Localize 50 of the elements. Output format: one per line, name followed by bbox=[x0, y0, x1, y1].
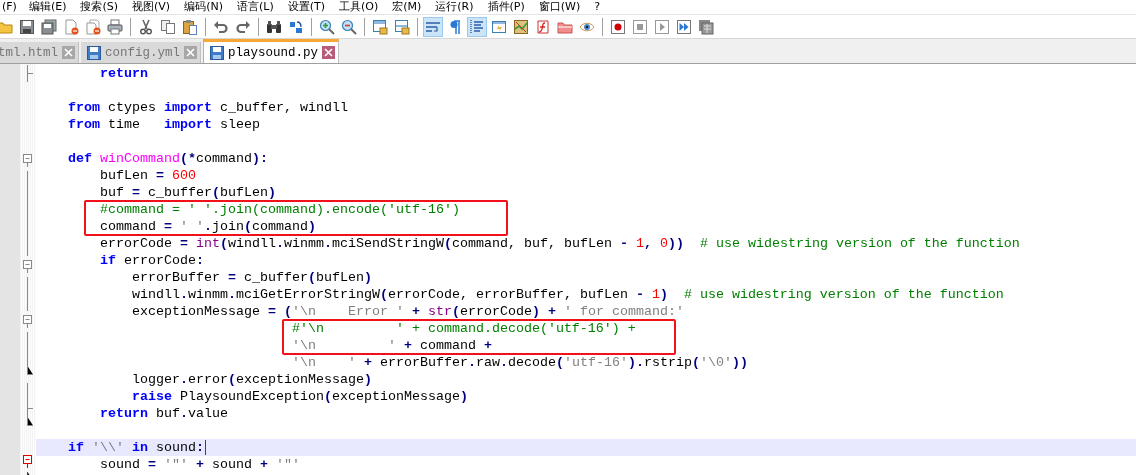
pages-minus-icon[interactable] bbox=[83, 16, 103, 37]
fold-toggle-icon[interactable] bbox=[23, 315, 32, 328]
wrap-lines-icon[interactable] bbox=[423, 16, 443, 37]
fold-toggle-icon[interactable] bbox=[23, 455, 32, 468]
menu-item[interactable]: 运行(R) bbox=[435, 0, 474, 14]
code-line: return bbox=[100, 65, 148, 82]
code-line: sound = '"' + sound + '"' bbox=[100, 456, 300, 473]
menu-item[interactable]: (F) bbox=[2, 0, 17, 14]
code-line: buf = c_buffer(bufLen) bbox=[100, 184, 276, 201]
printer-icon[interactable] bbox=[105, 16, 125, 37]
menu-item[interactable]: ? bbox=[594, 0, 601, 14]
code-line: logger.error(exceptionMessage) bbox=[131, 371, 372, 388]
code-line: errorCode = int(windll.winmm.mciSendStringW(command, buf, bufLen - 1, 0)) # use widestring version of the function bbox=[100, 235, 1020, 252]
code-line: raise PlaysoundException(exceptionMessage) bbox=[131, 388, 468, 405]
code-line: #'\n ' + command.decode('utf-16') + bbox=[291, 320, 636, 337]
tab-label: config.yml bbox=[105, 45, 181, 60]
code-line: command = ' '.join(command) bbox=[100, 218, 316, 235]
floppy-disks-icon[interactable] bbox=[39, 16, 59, 37]
menu-item[interactable]: 工具(O) bbox=[339, 0, 379, 14]
menu-item[interactable]: 窗口(W) bbox=[538, 0, 581, 14]
indent-lines-icon[interactable] bbox=[467, 16, 487, 37]
code-line: if errorCode: bbox=[100, 252, 204, 269]
file-tab[interactable]: playsound.py bbox=[203, 39, 340, 63]
code-line: from time import sleep bbox=[68, 116, 260, 133]
code-line: if '\\' in sound: bbox=[68, 439, 204, 456]
code-line: #command = ' '.join(command).encode('utf-16') bbox=[100, 201, 460, 218]
menu-item[interactable]: 视图(V) bbox=[132, 0, 171, 14]
menu-item[interactable]: 插件(P) bbox=[487, 0, 525, 14]
menu-item[interactable]: 宏(M) bbox=[392, 0, 422, 14]
code-line: def winCommand(*command): bbox=[68, 150, 268, 167]
fold-toggle-icon[interactable] bbox=[23, 260, 32, 273]
code-line: windll.winmm.mciGetErrorStringW(errorCode, errorBuffer, bufLen - 1) # use widestring version of the function bbox=[131, 286, 1004, 303]
close-icon[interactable] bbox=[322, 46, 336, 59]
tab-label: tml.html bbox=[0, 45, 58, 60]
code-line: errorBuffer = c_buffer(bufLen) bbox=[131, 269, 372, 286]
code-line: '\n ' + command + bbox=[291, 337, 492, 354]
tab-label: playsound.py bbox=[228, 45, 319, 60]
menu-item[interactable]: 搜索(S) bbox=[80, 0, 119, 14]
code-line: from ctypes import c_buffer, windll bbox=[68, 99, 348, 116]
menu-item[interactable]: 编辑(E) bbox=[28, 0, 67, 14]
code-line: exceptionMessage = ('\n Error ' + str(errorCode) + ' for command:' bbox=[131, 303, 684, 320]
menu-item[interactable]: 设置(T) bbox=[287, 0, 325, 14]
close-icon[interactable] bbox=[62, 46, 75, 59]
menu-item[interactable]: 编码(N) bbox=[184, 0, 223, 14]
code-line: return buf.value bbox=[100, 405, 228, 422]
close-icon[interactable] bbox=[184, 46, 198, 59]
code-line: bufLen = 600 bbox=[100, 167, 196, 184]
code-line: '\n ' + errorBuffer.raw.decode('utf-16').rstrip('\0')) bbox=[291, 354, 748, 371]
fold-toggle-icon[interactable] bbox=[23, 154, 32, 167]
menu-item[interactable]: 语言(L) bbox=[236, 0, 274, 14]
